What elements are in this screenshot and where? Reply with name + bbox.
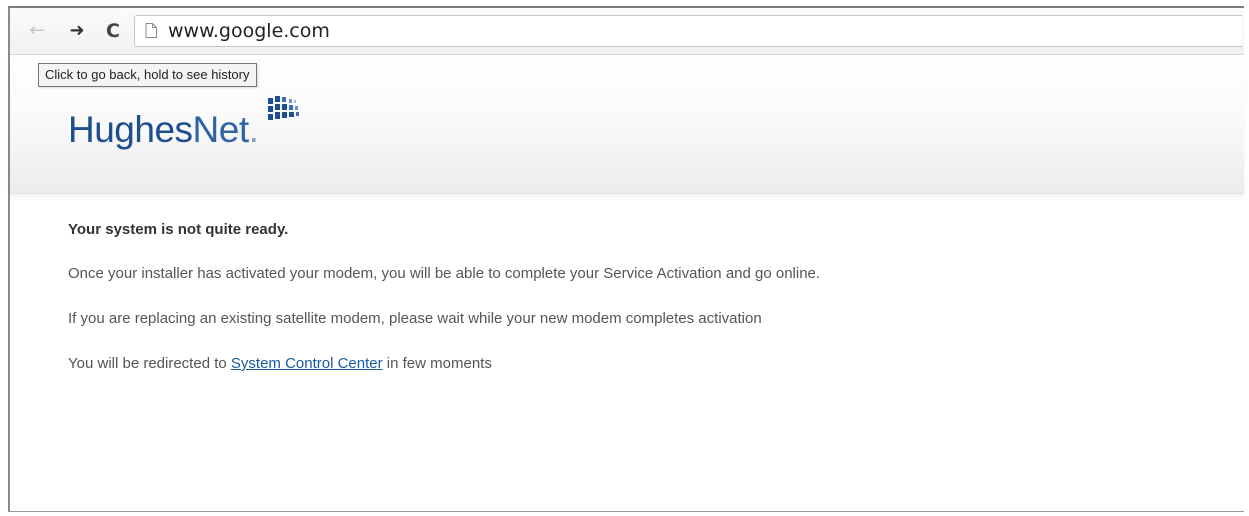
back-button-tooltip: Click to go back, hold to see history (38, 63, 257, 87)
browser-toolbar: ← ➜ C www.google.com (10, 8, 1244, 55)
reload-button[interactable]: C (102, 20, 124, 42)
satellite-grid-icon (268, 96, 299, 120)
page-content: Your system is not quite ready. Once you… (68, 221, 1224, 400)
status-heading: Your system is not quite ready. (68, 221, 289, 238)
activation-message: Once your installer has activated your m… (68, 265, 821, 282)
system-control-center-link[interactable]: System Control Center (231, 355, 383, 372)
arrow-left-icon: ← (29, 20, 45, 41)
page-icon (145, 23, 157, 38)
address-bar[interactable]: www.google.com (134, 15, 1242, 47)
reload-icon: C (106, 20, 120, 42)
redirect-message: You will be redirected to System Control… (68, 355, 492, 372)
replacement-message: If you are replacing an existing satelli… (68, 310, 762, 327)
url-text[interactable]: www.google.com (168, 20, 330, 42)
logo-wordmark: HughesNet. (68, 109, 259, 150)
forward-button[interactable]: ➜ (66, 20, 88, 42)
back-button[interactable]: ← (26, 20, 48, 42)
hughesnet-logo: HughesNet. (68, 95, 328, 155)
browser-window: ← ➜ C www.google.com Click to go back, h… (8, 6, 1244, 512)
arrow-right-icon: ➜ (69, 20, 85, 41)
